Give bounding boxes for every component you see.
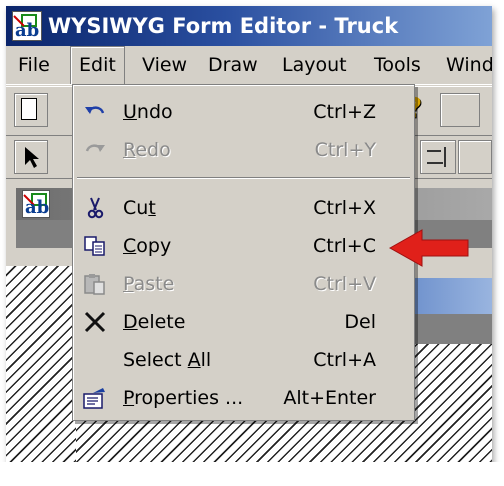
new-document-button[interactable] [14,93,48,127]
menu-item-label: Redo [123,139,171,161]
menu-item-select-all[interactable]: Select All Ctrl+A [75,341,412,379]
menu-item-shortcut: Ctrl+X [313,197,376,219]
menu-item-label: Paste [123,273,175,295]
menu-item-shortcut: Ctrl+V [313,273,376,295]
arrow-pointer-icon [25,147,39,168]
menu-item-shortcut: Del [344,311,376,333]
menu-item-label: Copy [123,235,172,257]
menu-item-shortcut: Ctrl+Y [314,139,376,161]
menu-item-cut[interactable]: Cut Ctrl+X [75,189,412,227]
child-app-icon: ab [22,190,50,218]
menu-item-paste[interactable]: Paste Ctrl+V [75,265,412,303]
menu-layout[interactable]: Layout [274,46,355,84]
menu-file[interactable]: File [10,46,58,84]
menu-bar: File Edit View Draw Layout Tools Windo [6,46,492,85]
copy-icon [84,236,105,256]
menu-item-label: Undo [123,101,173,123]
menu-item-properties[interactable]: Properties ... Alt+Enter [75,379,412,417]
title-bar: ab WYSIWYG Form Editor - Truck [6,6,492,46]
menu-draw[interactable]: Draw [200,46,266,84]
menu-item-redo[interactable]: Redo Ctrl+Y [75,131,412,169]
menu-item-delete[interactable]: Delete Del [75,303,412,341]
mdi-background [6,266,76,468]
menu-item-label: Properties ... [123,387,244,409]
menu-edit[interactable]: Edit [70,46,125,84]
new-document-icon [21,98,37,120]
torn-edge [0,462,504,486]
align-tool-button-2[interactable] [458,140,492,174]
menu-item-copy[interactable]: Copy Ctrl+C [75,227,412,265]
menu-item-undo[interactable]: Undo Ctrl+Z [75,93,412,131]
menu-item-label: Cut [123,197,156,219]
screenshot-frame: ab WYSIWYG Form Editor - Truck File Edit… [6,6,492,468]
menu-tools[interactable]: Tools [366,46,429,84]
red-arrow-annotation [388,229,469,267]
paste-icon [84,274,105,295]
menu-item-shortcut: Ctrl+C [313,235,376,257]
menu-window[interactable]: Windo [438,46,492,84]
menu-item-shortcut: Ctrl+Z [313,101,376,123]
menu-item-shortcut: Alt+Enter [283,387,376,409]
menu-item-label: Delete [123,311,186,333]
scissors-icon [87,197,104,219]
properties-icon [83,388,105,409]
undo-icon [85,106,105,114]
redo-icon [85,144,105,152]
edit-menu-dropdown: Undo Ctrl+Z Redo Ctrl+Y Cut Ctrl+X Copy … [72,84,415,421]
delete-x-icon [84,311,106,333]
align-tool-button[interactable] [420,140,456,174]
menu-item-shortcut: Ctrl+A [313,349,376,371]
menu-view[interactable]: View [134,46,195,84]
menu-separator [77,177,410,179]
window-title: WYSIWYG Form Editor - Truck [48,14,399,38]
toolbar-button-partial[interactable] [440,93,480,127]
align-icon [427,147,446,167]
app-icon: ab [12,11,42,41]
pointer-tool-button[interactable] [14,140,48,174]
menu-item-label: Select All [123,349,212,371]
